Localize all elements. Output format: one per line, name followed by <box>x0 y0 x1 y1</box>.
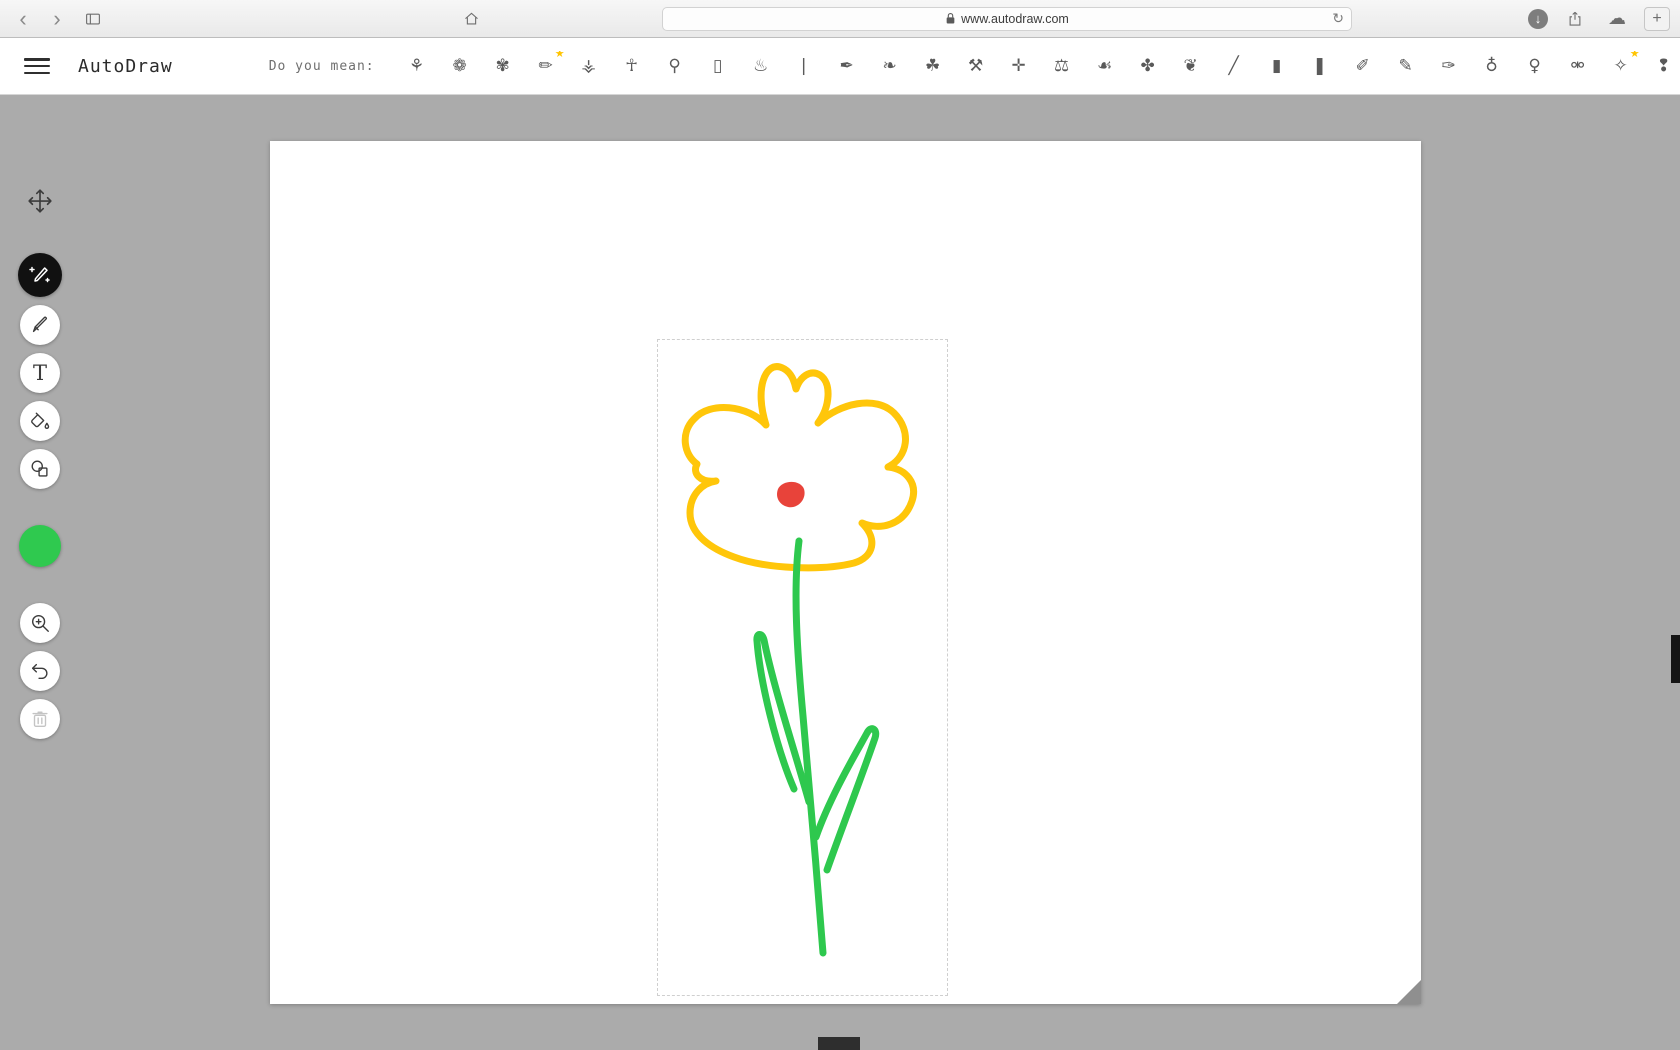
suggestion-crayon-b-icon[interactable]: ❚ <box>1308 51 1332 81</box>
lock-icon <box>945 12 956 25</box>
share-icon <box>1566 9 1584 29</box>
undo-tool[interactable] <box>20 651 60 691</box>
suggestion-prompt-label: Do you mean: <box>269 59 375 74</box>
selection-bounding-box[interactable] <box>657 339 948 996</box>
tool-palette: T <box>18 181 62 747</box>
home-button[interactable] <box>456 7 486 31</box>
download-arrow-icon: ↓ <box>1535 11 1542 26</box>
home-icon <box>462 10 481 28</box>
color-tool[interactable] <box>19 525 61 567</box>
autodraw-toolbar: AutoDraw Do you mean: ⚘ ❁ ✾ ✏★ ⚶ ☥ ⚲ ▯ ♨… <box>0 38 1680 95</box>
suggestion-leaf-outline-icon[interactable]: ☙ <box>1093 51 1117 81</box>
draw-tool[interactable] <box>20 305 60 345</box>
magnifier-icon <box>29 612 51 634</box>
type-tool[interactable]: T <box>20 353 60 393</box>
suggestion-candle-b-icon[interactable]: ♨ <box>749 51 773 81</box>
plus-icon: + <box>1652 10 1661 28</box>
cloud-tabs-button[interactable]: ☁ <box>1602 7 1632 31</box>
refresh-icon[interactable]: ↻ <box>1332 10 1344 27</box>
suggestion-magic-wand-icon[interactable]: ✧★ <box>1609 51 1633 81</box>
suggestion-figure-a-icon[interactable]: ☥ <box>620 51 644 81</box>
magic-pencil-icon <box>28 263 52 287</box>
suggestion-pins-icon[interactable]: ❢ <box>1652 51 1676 81</box>
suggestion-magic-pencil-icon[interactable]: ✏★ <box>534 51 558 81</box>
suggestion-marker-icon[interactable]: ✑ <box>1437 51 1461 81</box>
cloud-icon: ☁ <box>1608 8 1626 29</box>
new-badge-star-icon: ★ <box>555 51 565 60</box>
share-button[interactable] <box>1560 7 1590 31</box>
browser-toolbar: ‹ › www.autodraw.com ↻ ↓ ☁ + <box>0 0 1680 38</box>
paint-bucket-icon <box>29 410 51 432</box>
suggestion-pencil-b-icon[interactable]: ✎ <box>1394 51 1418 81</box>
suggestion-line-icon[interactable]: ╱ <box>1222 51 1246 81</box>
browser-actions: ↓ ☁ + <box>1528 7 1670 31</box>
suggestion-maple-leaf-icon[interactable]: ✤ <box>1136 51 1160 81</box>
suggestion-feather-b-icon[interactable]: ❧ <box>878 51 902 81</box>
autodraw-tool[interactable] <box>18 253 62 297</box>
delete-tool[interactable] <box>20 699 60 739</box>
workspace: T <box>0 95 1680 1050</box>
menu-button[interactable] <box>24 56 50 76</box>
shapes-icon <box>29 458 51 480</box>
shape-tool[interactable] <box>20 449 60 489</box>
downloads-button[interactable]: ↓ <box>1528 9 1548 29</box>
vertical-scrollbar-thumb[interactable] <box>1671 635 1680 683</box>
undo-arrow-icon <box>29 660 51 682</box>
suggestion-trowel-icon[interactable]: ⚒ <box>964 51 988 81</box>
pen-icon <box>29 314 51 336</box>
move-arrows-icon <box>27 188 53 214</box>
forward-button[interactable]: › <box>44 7 70 31</box>
app-title: AutoDraw <box>78 56 173 77</box>
suggestion-feather-a-icon[interactable]: ✒ <box>835 51 859 81</box>
suggestion-balloon-b-icon[interactable]: ♀ <box>1523 51 1547 81</box>
suggestion-leaf-veined-icon[interactable]: ❦ <box>1179 51 1203 81</box>
drawing-canvas[interactable] <box>270 141 1421 1004</box>
suggestion-flower-cluster-icon[interactable]: ❁ <box>448 51 472 81</box>
suggestion-flower-blossom-icon[interactable]: ✾ <box>491 51 515 81</box>
new-tab-button[interactable]: + <box>1644 7 1670 31</box>
back-button[interactable]: ‹ <box>10 7 36 31</box>
suggestion-pencil-a-icon[interactable]: ✐ <box>1351 51 1375 81</box>
suggestion-dropper-icon[interactable]: ✛ <box>1007 51 1031 81</box>
suggestion-stand-icon[interactable]: ⚖ <box>1050 51 1074 81</box>
suggestion-crayon-a-icon[interactable]: ▮ <box>1265 51 1289 81</box>
suggestion-candle-thin-icon[interactable]: ❘ <box>792 51 816 81</box>
suggestion-flower-sprout-icon[interactable]: ⚘ <box>405 51 429 81</box>
suggestion-grass-icon[interactable]: ⚶ <box>577 51 601 81</box>
select-tool[interactable] <box>20 181 60 221</box>
url-text: www.autodraw.com <box>961 12 1069 26</box>
pencil-icon: ✏ <box>539 56 553 76</box>
new-badge-star-icon: ★ <box>1630 51 1640 60</box>
suggestion-balloon-a-icon[interactable]: ♁ <box>1480 51 1504 81</box>
horizontal-scrollbar-thumb[interactable] <box>818 1037 860 1050</box>
trash-icon <box>29 708 51 730</box>
suggestion-plant-stem-icon[interactable]: ☘ <box>921 51 945 81</box>
address-bar[interactable]: www.autodraw.com ↻ <box>662 7 1352 31</box>
page-fold-corner <box>1397 980 1421 1004</box>
suggestion-strip: ⚘ ❁ ✾ ✏★ ⚶ ☥ ⚲ ▯ ♨ ❘ ✒ ❧ ☘ ⚒ ✛ ⚖ ☙ ✤ ❦ ╱… <box>405 51 1680 81</box>
suggestion-balloon-c-icon[interactable]: ⚮ <box>1566 51 1590 81</box>
text-tool-icon: T <box>33 363 47 384</box>
wand-icon: ✧ <box>1614 56 1628 76</box>
sidebar-toggle-button[interactable] <box>78 7 108 31</box>
suggestion-candle-a-icon[interactable]: ▯ <box>706 51 730 81</box>
fill-tool[interactable] <box>20 401 60 441</box>
suggestion-figure-b-icon[interactable]: ⚲ <box>663 51 687 81</box>
sidebar-icon <box>83 10 103 28</box>
zoom-tool[interactable] <box>20 603 60 643</box>
